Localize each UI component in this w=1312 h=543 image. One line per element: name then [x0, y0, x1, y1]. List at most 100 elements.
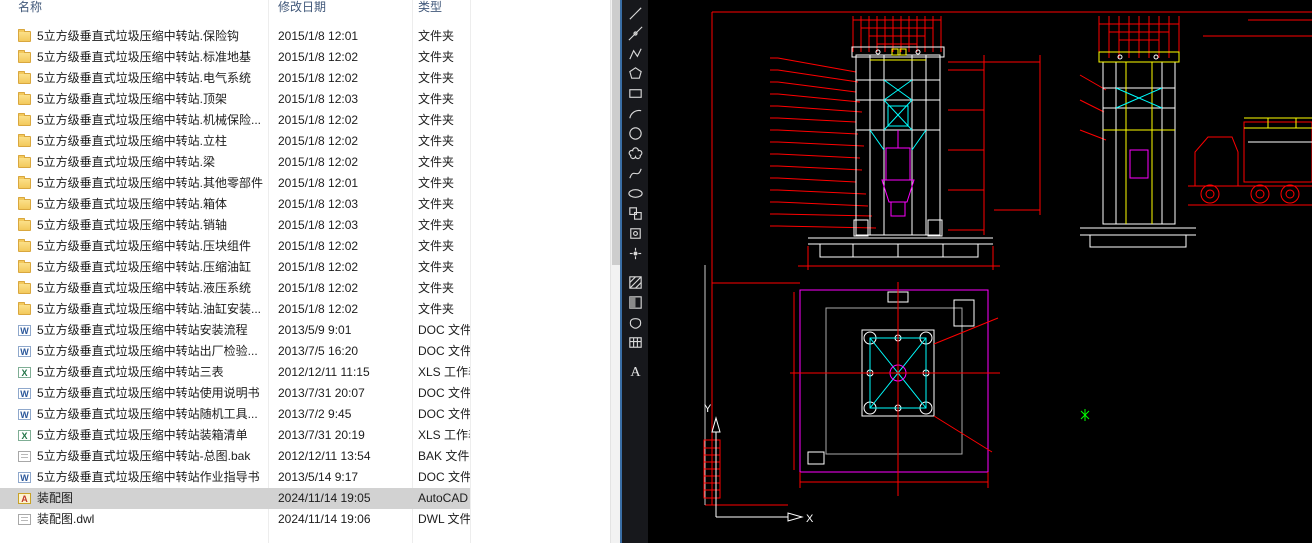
file-row[interactable]: 5立方级垂直式垃圾压缩中转站出厂检验... 2013/7/5 16:20 DOC…: [0, 341, 470, 362]
folder-file-icon: [18, 199, 31, 210]
file-row[interactable]: 5立方级垂直式垃圾压缩中转站.顶架 2015/1/8 12:03 文件夹: [0, 89, 470, 110]
file-row[interactable]: 5立方级垂直式垃圾压缩中转站.油缸安装... 2015/1/8 12:02 文件…: [0, 299, 470, 320]
column-header-type[interactable]: 类型: [418, 0, 442, 16]
table-icon[interactable]: [624, 332, 646, 352]
polyline-icon[interactable]: [624, 43, 646, 63]
file-row[interactable]: 5立方级垂直式垃圾压缩中转站三表 2012/12/11 11:15 XLS 工作…: [0, 362, 470, 383]
xls-file-icon: [18, 430, 31, 441]
file-name: 5立方级垂直式垃圾压缩中转站.电气系统: [37, 68, 265, 89]
file-row[interactable]: 5立方级垂直式垃圾压缩中转站.其他零部件 2015/1/8 12:01 文件夹: [0, 173, 470, 194]
insert-block-icon[interactable]: [624, 203, 646, 223]
point-icon[interactable]: [624, 243, 646, 263]
file-date: 2015/1/8 12:02: [278, 47, 410, 68]
ellipse-icon[interactable]: [624, 183, 646, 203]
construction-line-icon[interactable]: [624, 23, 646, 43]
arc-icon[interactable]: [624, 103, 646, 123]
file-date: 2012/12/11 11:15: [278, 362, 410, 383]
file-row[interactable]: 5立方级垂直式垃圾压缩中转站.标准地基 2015/1/8 12:02 文件夹: [0, 47, 470, 68]
file-name: 5立方级垂直式垃圾压缩中转站.立柱: [37, 131, 265, 152]
file-explorer-pane: 名称 修改日期 类型 5立方级垂直式垃圾压缩中转站.保险钩 2015/1/8 1…: [0, 0, 610, 543]
file-row[interactable]: 5立方级垂直式垃圾压缩中转站.立柱 2015/1/8 12:02 文件夹: [0, 131, 470, 152]
hatch-icon[interactable]: [624, 272, 646, 292]
file-type: 文件夹: [418, 89, 470, 110]
file-row[interactable]: 5立方级垂直式垃圾压缩中转站作业指导书 2013/5/14 9:17 DOC 文…: [0, 467, 470, 488]
file-date: 2013/5/14 9:17: [278, 467, 410, 488]
file-date: 2013/7/2 9:45: [278, 404, 410, 425]
file-name: 5立方级垂直式垃圾压缩中转站.压块组件: [37, 236, 265, 257]
file-row[interactable]: 5立方级垂直式垃圾压缩中转站.液压系统 2015/1/8 12:02 文件夹: [0, 278, 470, 299]
file-date: 2013/5/9 9:01: [278, 320, 410, 341]
folder-file-icon: [18, 283, 31, 294]
file-type: 文件夹: [418, 173, 470, 194]
file-name: 5立方级垂直式垃圾压缩中转站.保险钩: [37, 26, 265, 47]
file-date: 2015/1/8 12:03: [278, 194, 410, 215]
explorer-scrollbar[interactable]: [610, 0, 620, 543]
column-header-name[interactable]: 名称: [18, 0, 42, 16]
ucs-x-label: X: [806, 513, 814, 525]
file-row[interactable]: 5立方级垂直式垃圾压缩中转站随机工具... 2013/7/2 9:45 DOC …: [0, 404, 470, 425]
file-type: 文件夹: [418, 152, 470, 173]
file-name: 5立方级垂直式垃圾压缩中转站作业指导书: [37, 467, 265, 488]
file-row[interactable]: 5立方级垂直式垃圾压缩中转站.机械保险... 2015/1/8 12:02 文件…: [0, 110, 470, 131]
file-date: 2015/1/8 12:02: [278, 257, 410, 278]
file-row[interactable]: 5立方级垂直式垃圾压缩中转站-总图.bak 2012/12/11 13:54 B…: [0, 446, 470, 467]
plain-file-icon: [18, 451, 31, 462]
file-row[interactable]: 5立方级垂直式垃圾压缩中转站装箱清单 2013/7/31 20:19 XLS 工…: [0, 425, 470, 446]
file-date: 2012/12/11 13:54: [278, 446, 410, 467]
file-row[interactable]: 5立方级垂直式垃圾压缩中转站.箱体 2015/1/8 12:03 文件夹: [0, 194, 470, 215]
folder-file-icon: [18, 178, 31, 189]
file-type: 文件夹: [418, 131, 470, 152]
file-type: 文件夹: [418, 194, 470, 215]
folder-file-icon: [18, 73, 31, 84]
doc-file-icon: [18, 472, 31, 483]
folder-file-icon: [18, 115, 31, 126]
folder-file-icon: [18, 262, 31, 273]
truck-outline: [1188, 122, 1312, 205]
folder-file-icon: [18, 241, 31, 252]
folder-file-icon: [18, 52, 31, 63]
file-row[interactable]: 5立方级垂直式垃圾压缩中转站使用说明书 2013/7/31 20:07 DOC …: [0, 383, 470, 404]
file-row[interactable]: 5立方级垂直式垃圾压缩中转站.压块组件 2015/1/8 12:02 文件夹: [0, 236, 470, 257]
file-row[interactable]: 5立方级垂直式垃圾压缩中转站.梁 2015/1/8 12:02 文件夹: [0, 152, 470, 173]
circle-icon[interactable]: [624, 123, 646, 143]
file-type: DOC 文件: [418, 320, 470, 341]
file-row[interactable]: 5立方级垂直式垃圾压缩中转站.电气系统 2015/1/8 12:02 文件夹: [0, 68, 470, 89]
file-name: 5立方级垂直式垃圾压缩中转站三表: [37, 362, 265, 383]
plain-file-icon: [18, 514, 31, 525]
folder-file-icon: [18, 31, 31, 42]
line-icon[interactable]: [624, 3, 646, 23]
folder-file-icon: [18, 136, 31, 147]
rectangle-icon[interactable]: [624, 83, 646, 103]
file-name: 5立方级垂直式垃圾压缩中转站装箱清单: [37, 425, 265, 446]
ucs-y-label: Y: [704, 403, 712, 415]
file-date: 2024/11/14 19:05: [278, 488, 410, 509]
mtext-icon[interactable]: A: [624, 361, 646, 381]
dwg-file-icon: [18, 493, 31, 504]
file-name: 5立方级垂直式垃圾压缩中转站.销轴: [37, 215, 265, 236]
file-name: 装配图: [37, 488, 265, 509]
front-elevation-view: [770, 16, 1000, 270]
app-root: 名称 修改日期 类型 5立方级垂直式垃圾压缩中转站.保险钩 2015/1/8 1…: [0, 0, 1312, 543]
scrollbar-thumb[interactable]: [612, 0, 620, 265]
file-name: 5立方级垂直式垃圾压缩中转站.其他零部件: [37, 173, 265, 194]
file-row[interactable]: 5立方级垂直式垃圾压缩中转站.销轴 2015/1/8 12:03 文件夹: [0, 215, 470, 236]
file-type: 文件夹: [418, 110, 470, 131]
column-header-date[interactable]: 修改日期: [278, 0, 326, 16]
region-icon[interactable]: [624, 312, 646, 332]
folder-file-icon: [18, 157, 31, 168]
spline-icon[interactable]: [624, 163, 646, 183]
xls-file-icon: [18, 367, 31, 378]
file-row[interactable]: 5立方级垂直式垃圾压缩中转站.压缩油缸 2015/1/8 12:02 文件夹: [0, 257, 470, 278]
cad-canvas[interactable]: X Y: [648, 0, 1312, 543]
file-row[interactable]: 装配图 2024/11/14 19:05 AutoCAD: [0, 488, 470, 509]
polygon-icon[interactable]: [624, 63, 646, 83]
file-row[interactable]: 5立方级垂直式垃圾压缩中转站.保险钩 2015/1/8 12:01 文件夹: [0, 26, 470, 47]
make-block-icon[interactable]: [624, 223, 646, 243]
file-row[interactable]: 装配图.dwl 2024/11/14 19:06 DWL 文件: [0, 509, 470, 530]
file-date: 2013/7/31 20:07: [278, 383, 410, 404]
inter-view-dimension: [948, 55, 1040, 215]
revision-cloud-icon[interactable]: [624, 143, 646, 163]
file-row[interactable]: 5立方级垂直式垃圾压缩中转站安装流程 2013/5/9 9:01 DOC 文件: [0, 320, 470, 341]
file-name: 5立方级垂直式垃圾压缩中转站出厂检验...: [37, 341, 265, 362]
gradient-icon[interactable]: [624, 292, 646, 312]
